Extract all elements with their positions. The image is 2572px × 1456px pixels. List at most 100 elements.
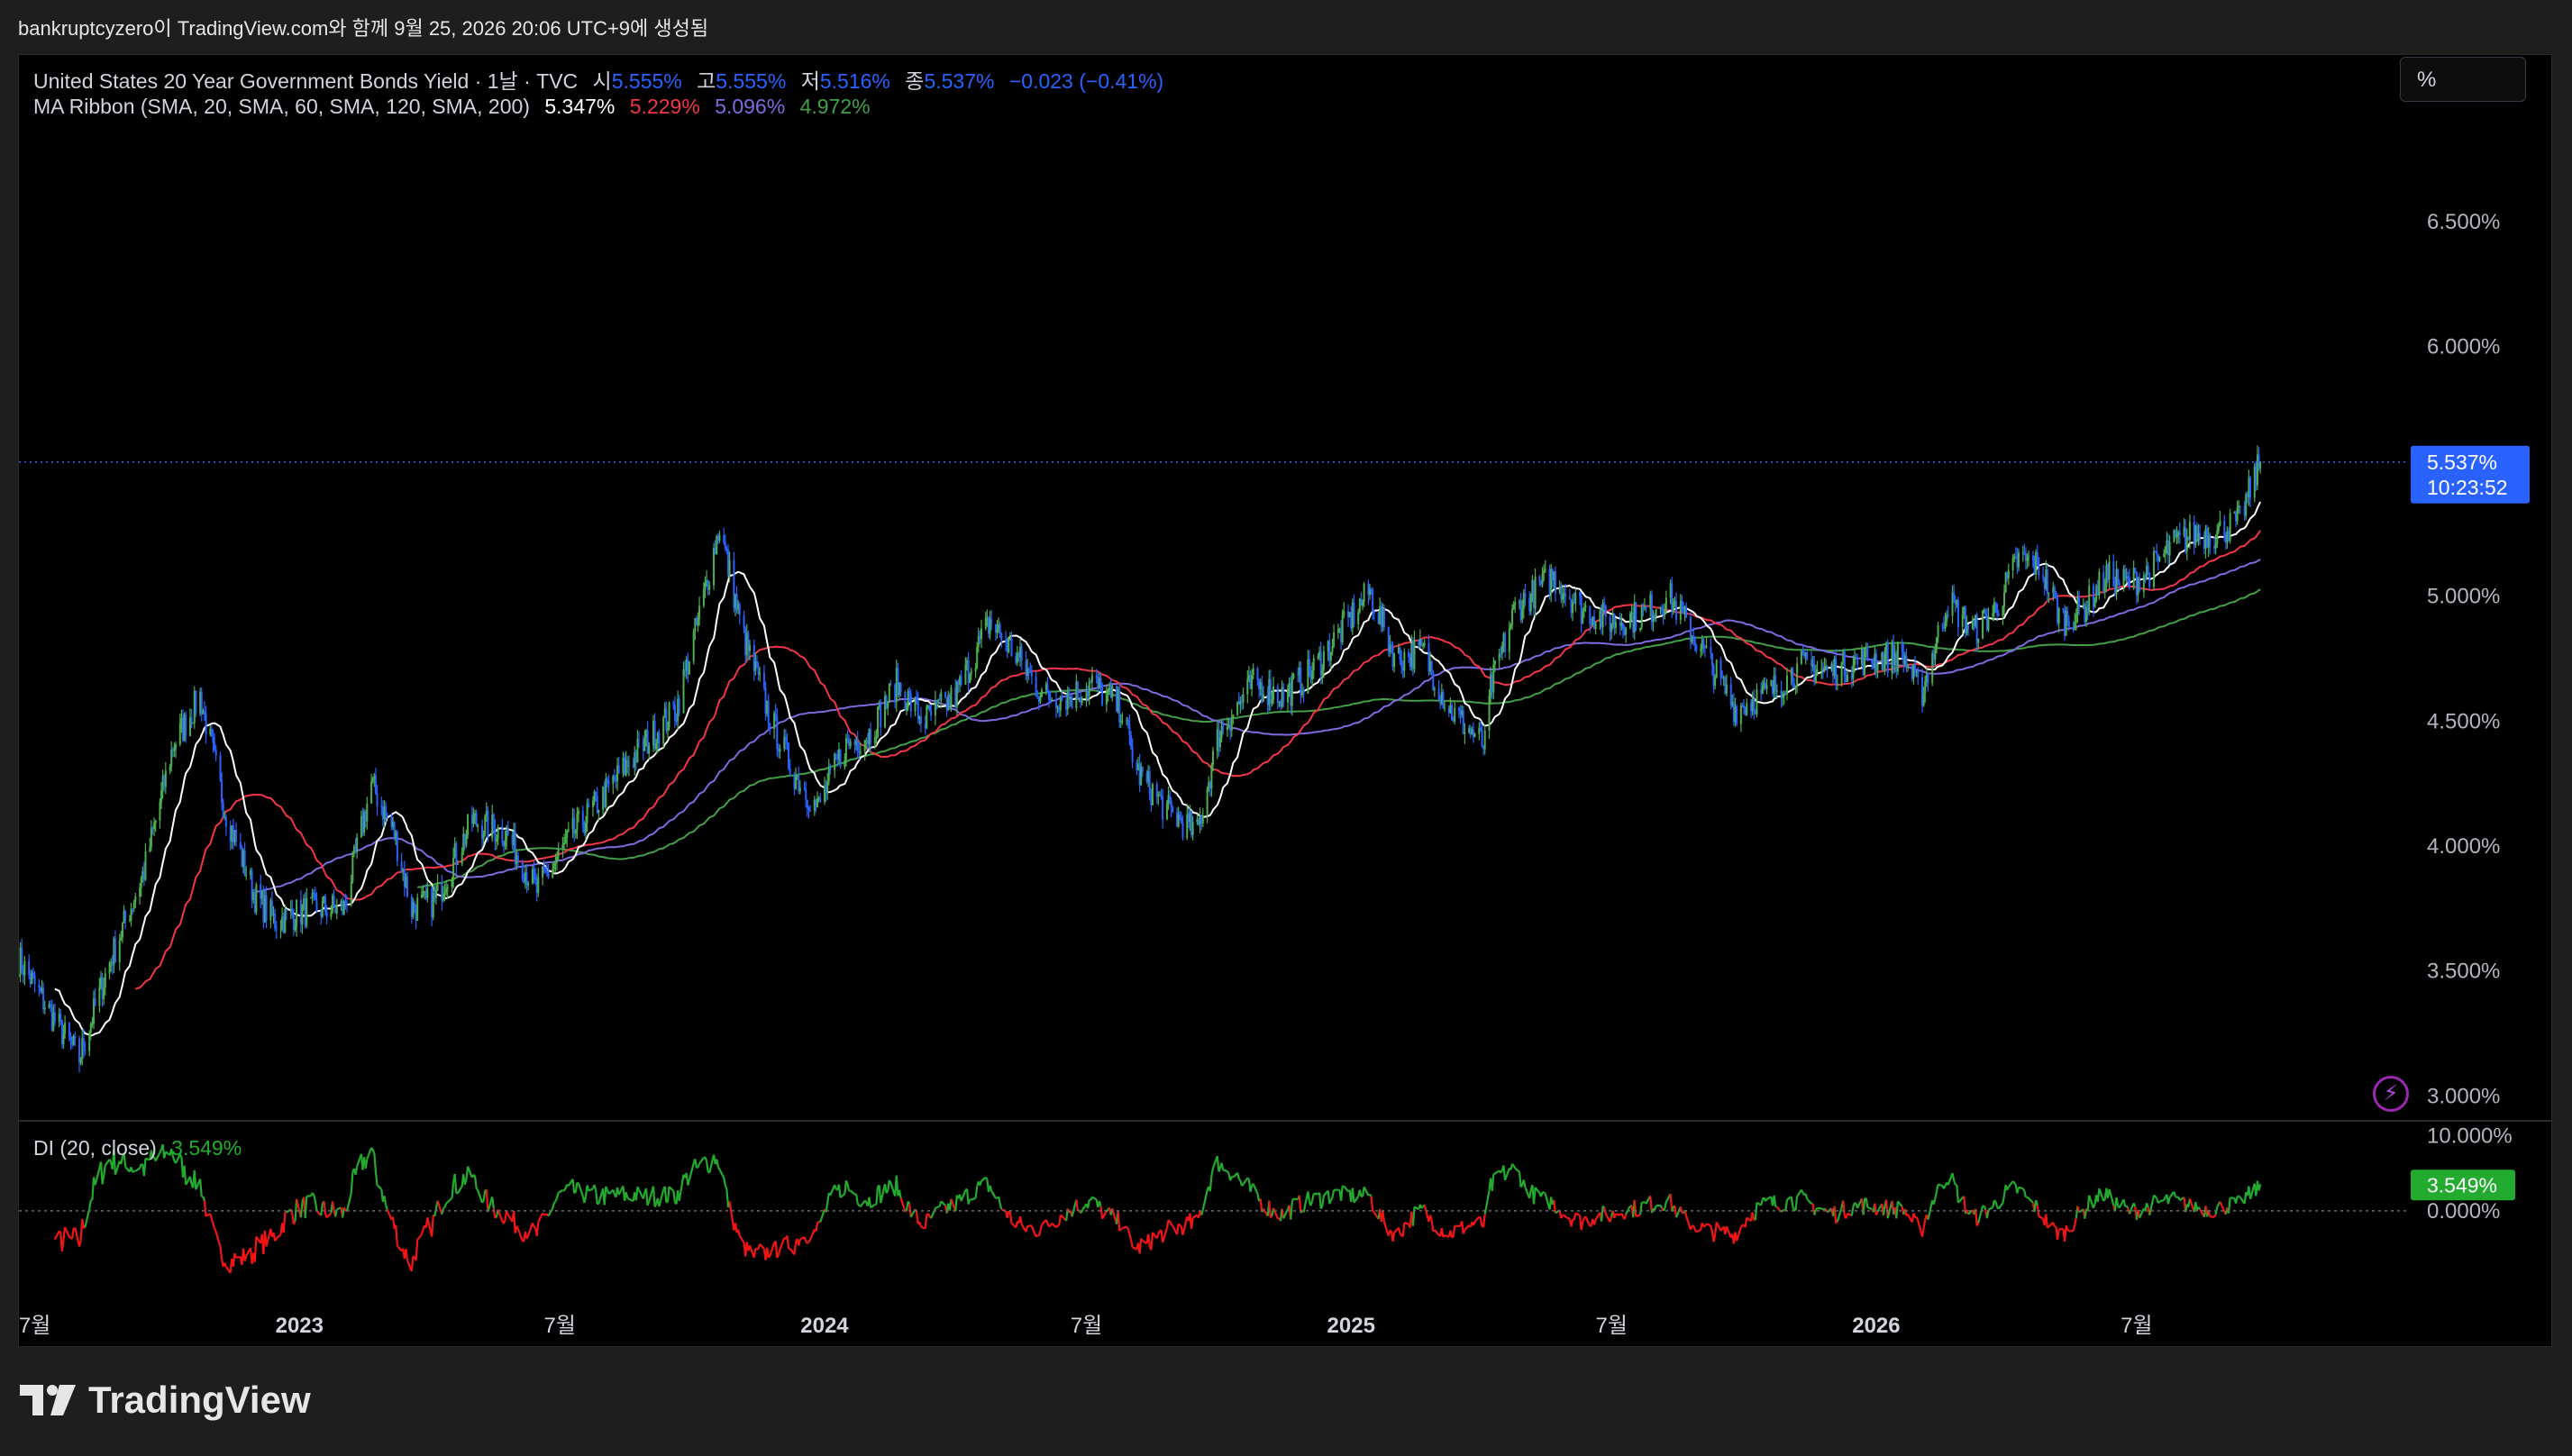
candle-body <box>2199 532 2202 535</box>
candle-body <box>1871 660 1874 664</box>
candle-body <box>584 822 587 833</box>
di-segment <box>331 1201 335 1212</box>
candle-body <box>1210 764 1213 788</box>
candle-body <box>1601 602 1604 628</box>
candle-body <box>904 691 907 711</box>
candle-body <box>1574 592 1577 604</box>
di-segment <box>1210 1168 1215 1177</box>
di-segment <box>766 1247 770 1258</box>
candle-body <box>1054 699 1057 709</box>
di-value: 3.549% <box>171 1136 242 1160</box>
di-segment <box>527 1222 534 1236</box>
di-segment <box>350 1171 354 1194</box>
candle-body <box>1076 681 1079 700</box>
unit-button[interactable]: % <box>2400 57 2526 102</box>
candle-body <box>2229 513 2231 541</box>
di-segment <box>870 1203 876 1209</box>
di-segment <box>88 1199 92 1209</box>
di-segment <box>1492 1172 1496 1176</box>
candle-body <box>210 728 213 737</box>
candle-body <box>42 987 45 1010</box>
di-segment <box>1200 1209 1204 1215</box>
candle-body <box>708 585 711 590</box>
candle-body <box>79 1059 82 1063</box>
di-segment <box>855 1193 859 1204</box>
candle-body <box>658 733 661 744</box>
candle-body <box>1640 606 1643 628</box>
candle-body <box>846 738 849 741</box>
candle-body <box>567 829 570 831</box>
di-segment <box>1318 1192 1322 1209</box>
di-segment <box>798 1239 801 1246</box>
di-segment <box>1226 1170 1230 1175</box>
di-segment <box>531 1222 535 1228</box>
di-segment <box>916 1212 919 1224</box>
candle-body <box>2164 546 2166 554</box>
di-segment <box>2153 1194 2157 1197</box>
candle-body <box>606 778 608 781</box>
chart-caption: bankruptcyzero이 TradingView.com와 함께 9월 2… <box>18 17 709 40</box>
candle-body <box>2118 582 2121 586</box>
candle-body <box>2062 608 2065 611</box>
di-segment <box>2023 1190 2028 1198</box>
di-segment <box>482 1190 487 1202</box>
candle-body <box>803 787 806 790</box>
candle-body <box>1035 676 1037 696</box>
di-segment <box>868 1197 872 1208</box>
di-segment <box>737 1229 741 1236</box>
di-segment <box>1895 1201 1899 1219</box>
candle-body <box>1269 678 1272 704</box>
di-segment <box>1091 1196 1098 1201</box>
di-segment <box>313 1194 316 1202</box>
di-segment <box>1138 1238 1143 1254</box>
candle-body <box>697 618 699 626</box>
chart-canvas[interactable]: 6.500% 6.000% 5.000% 4.500% 4.000% 3.500% 3.00… <box>19 55 2553 1348</box>
candle-body <box>762 672 765 688</box>
price-badge-value: 5.537% <box>2427 450 2497 474</box>
candle-body <box>221 779 223 803</box>
candle-body <box>173 749 176 751</box>
candle-body <box>1753 699 1756 713</box>
lightning-icon[interactable]: ⚡ <box>2373 1076 2409 1112</box>
di-segment <box>774 1241 779 1258</box>
candle-body <box>461 851 463 864</box>
candle-body <box>69 1036 72 1041</box>
candle-body <box>2175 535 2178 538</box>
candle-body <box>1321 669 1324 676</box>
candle-body <box>533 869 535 877</box>
candle-body <box>1514 602 1517 605</box>
candle-body <box>2148 572 2151 587</box>
tradingview-logo[interactable]: TradingView <box>20 1379 311 1422</box>
di-segment <box>2154 1196 2158 1199</box>
candle-body <box>98 986 101 1006</box>
di-segment <box>935 1206 938 1210</box>
di-segment <box>2108 1188 2115 1206</box>
di-segment <box>395 1224 398 1246</box>
di-segment <box>2139 1207 2145 1219</box>
candle-body <box>665 708 668 731</box>
candle-body <box>371 778 374 782</box>
chart-panel[interactable]: 6.500% 6.000% 5.000% 4.500% 4.000% 3.500% 3.00… <box>18 54 2553 1348</box>
candle-body <box>2236 507 2239 522</box>
di-segment <box>636 1186 641 1191</box>
di-segment <box>1044 1219 1049 1224</box>
candle-body <box>366 803 369 822</box>
di-segment <box>694 1159 698 1169</box>
candle-body <box>1423 642 1426 646</box>
di-segment <box>1290 1201 1293 1220</box>
candle-body <box>1422 645 1425 647</box>
candle-body <box>420 895 423 898</box>
di-segment <box>554 1197 559 1202</box>
di-segment <box>58 1230 62 1234</box>
candle-body <box>2048 592 2050 594</box>
di-segment <box>779 1237 786 1250</box>
candle-body <box>1876 664 1879 672</box>
candle-body <box>43 1007 46 1010</box>
candle-body <box>1179 814 1181 818</box>
candle-body <box>1997 613 2000 616</box>
candle-body <box>291 908 294 915</box>
di-segment <box>1382 1211 1386 1223</box>
di-segment <box>94 1168 101 1186</box>
candle-body <box>877 706 880 737</box>
candle-body <box>1131 746 1134 763</box>
